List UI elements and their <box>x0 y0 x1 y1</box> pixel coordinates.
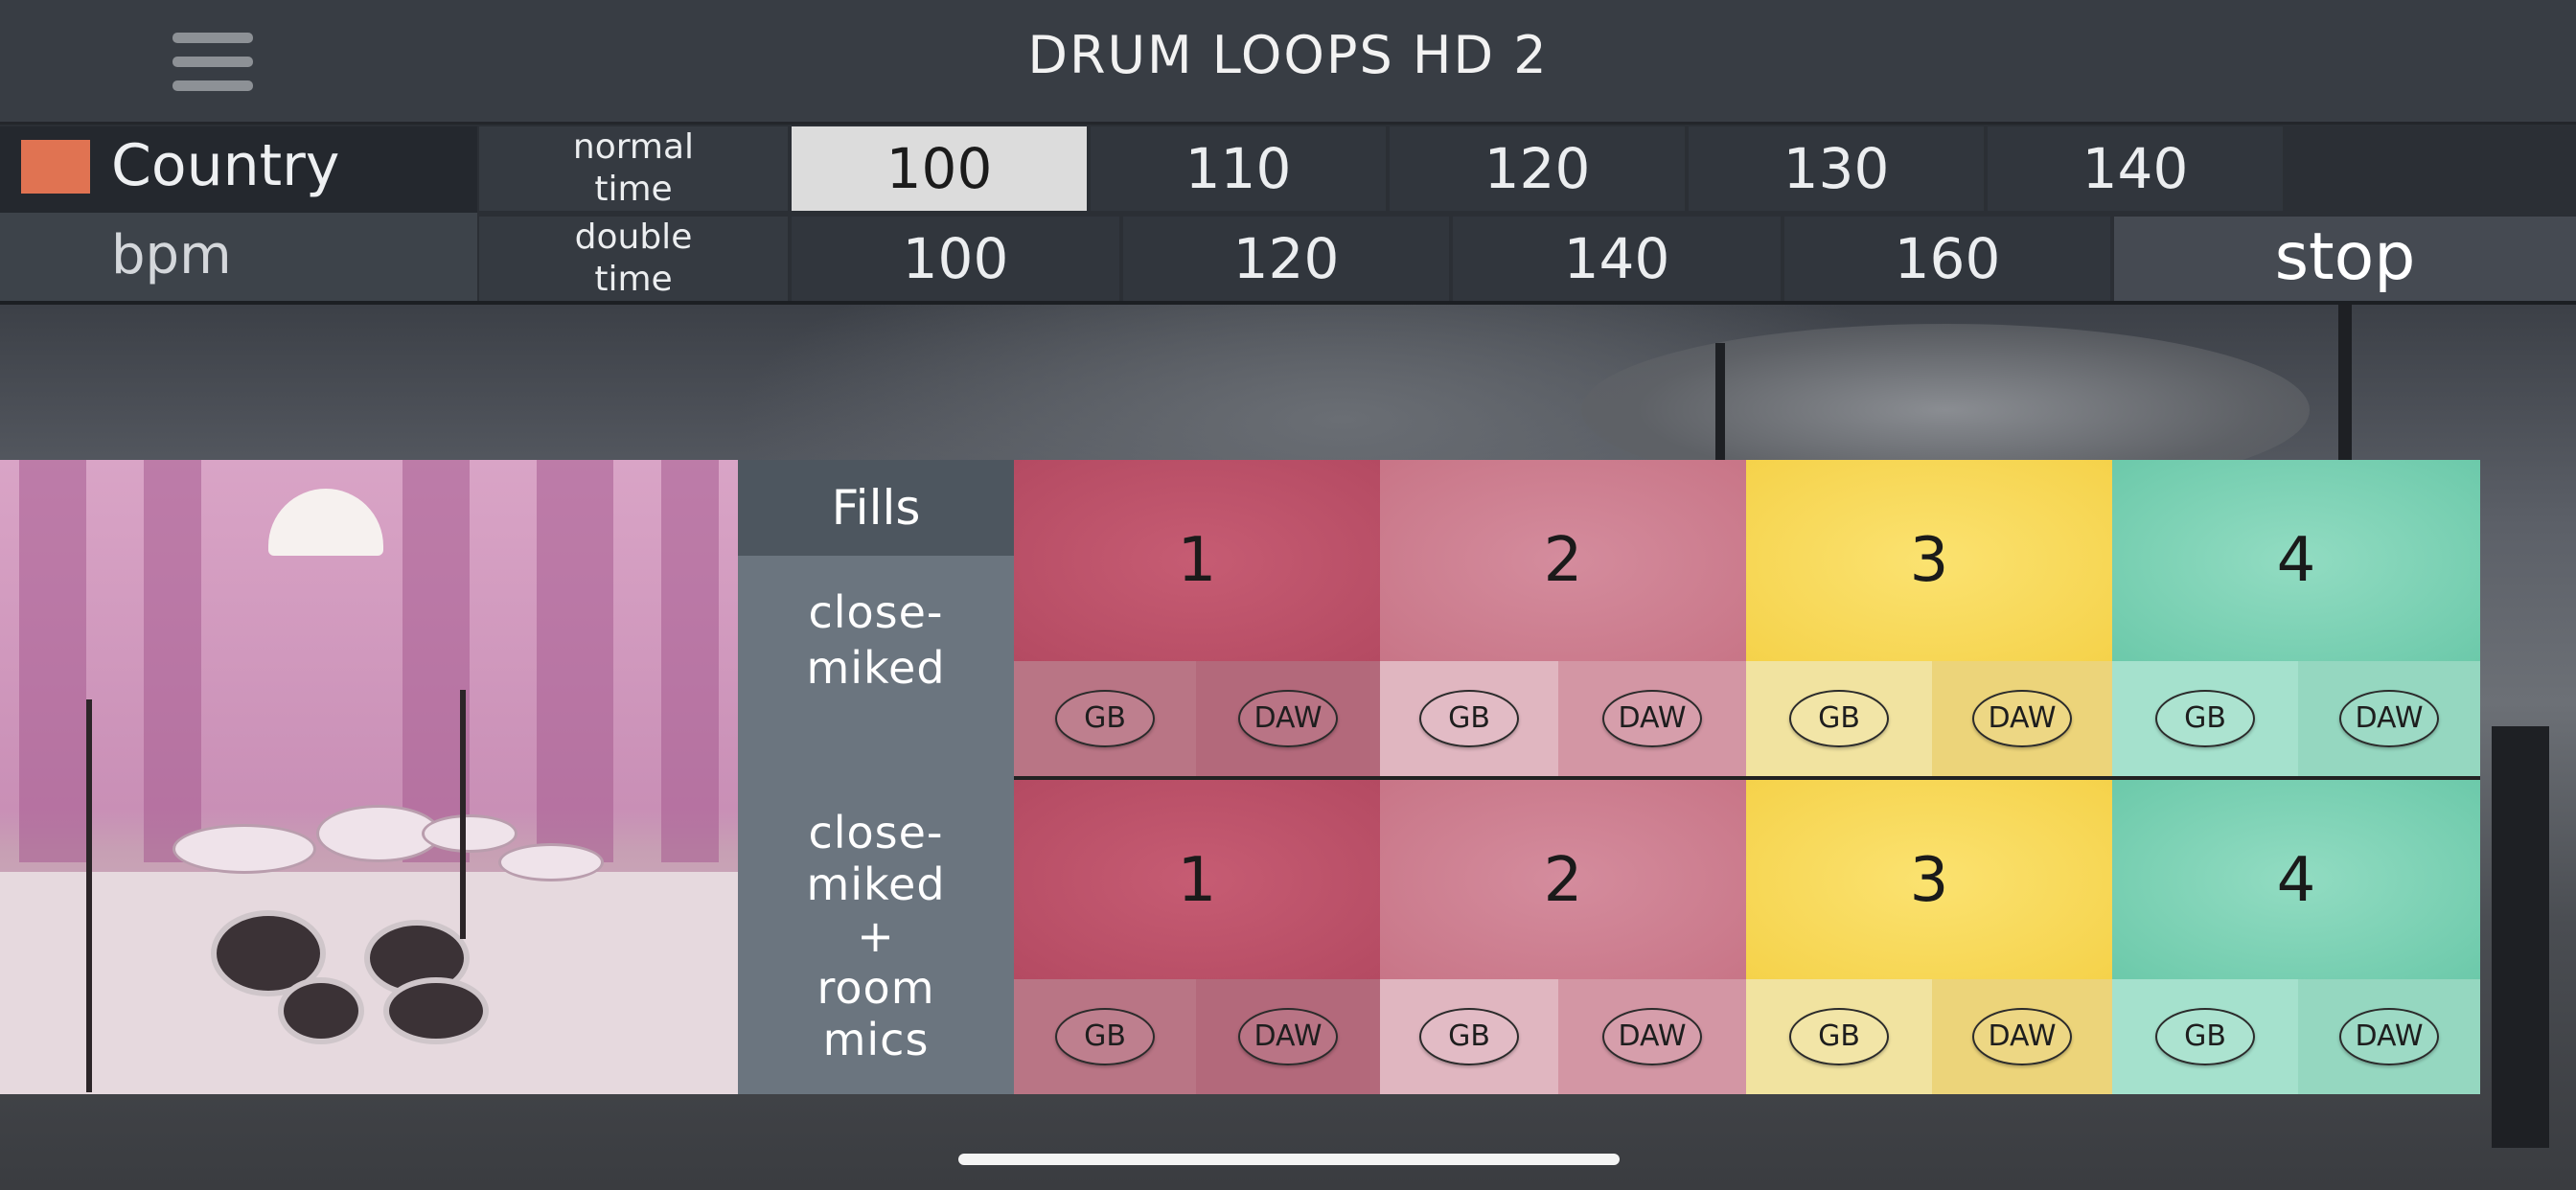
gb-cell: GB <box>1746 661 1932 776</box>
photo-drum <box>383 977 489 1044</box>
bpm-label-cell: bpm <box>0 213 477 301</box>
gb-button[interactable]: GB <box>1055 690 1155 747</box>
fills-header: Fills <box>738 460 1014 556</box>
daw-button[interactable]: DAW <box>1972 690 2072 747</box>
daw-cell: DAW <box>1196 979 1380 1094</box>
fill-pad-row1-2[interactable]: 2 <box>1380 460 1746 661</box>
gb-cell: GB <box>2112 979 2298 1094</box>
fill-pad-row2-2[interactable]: 2 <box>1380 780 1746 979</box>
daw-cell: DAW <box>1558 661 1746 776</box>
gb-cell: GB <box>2112 661 2298 776</box>
daw-button[interactable]: DAW <box>2339 1008 2439 1065</box>
photo-stand <box>86 699 92 1092</box>
normal-time-label: normal time <box>479 126 788 211</box>
normal-time-label-line2: time <box>594 170 673 209</box>
daw-button[interactable]: DAW <box>1238 1008 1338 1065</box>
daw-cell: DAW <box>2298 661 2480 776</box>
row-label-close-miked: close- miked <box>806 586 946 694</box>
daw-cell: DAW <box>1932 979 2112 1094</box>
daw-cell: DAW <box>2298 979 2480 1094</box>
daw-button[interactable]: DAW <box>1972 1008 2072 1065</box>
normal-tempo-button[interactable]: 110 <box>1091 126 1386 211</box>
double-tempo-button[interactable]: 140 <box>1453 217 1781 301</box>
gb-button[interactable]: GB <box>1419 1008 1519 1065</box>
genre-label: Country <box>111 132 340 199</box>
photo-cymbal <box>498 843 604 881</box>
normal-tempo-button[interactable]: 130 <box>1689 126 1984 211</box>
studio-photo <box>0 460 738 1094</box>
daw-cell: DAW <box>1932 661 2112 776</box>
fill-pad-row1-3[interactable]: 3 <box>1746 460 2112 661</box>
daw-button[interactable]: DAW <box>1602 1008 1702 1065</box>
fill-pad-row2-4[interactable]: 4 <box>2112 780 2480 979</box>
row-labels: Fills close- miked close- miked + room mi… <box>738 460 1014 1094</box>
stop-button[interactable]: stop <box>2114 217 2576 301</box>
photo-floor <box>0 872 738 1094</box>
photo-curtain <box>661 460 719 862</box>
gb-button[interactable]: GB <box>2155 690 2255 747</box>
tempo-bar: Country bpm normal time double time 100 … <box>0 125 2576 305</box>
photo-curtain <box>537 460 613 862</box>
bpm-label: bpm <box>111 224 232 286</box>
double-time-label: double time <box>479 217 788 301</box>
fill-pad-row2-3[interactable]: 3 <box>1746 780 2112 979</box>
double-time-label-line1: double <box>574 217 693 257</box>
daw-button[interactable]: DAW <box>2339 690 2439 747</box>
app-title: DRUM LOOPS HD 2 <box>1027 25 1549 85</box>
gb-cell: GB <box>1746 979 1932 1094</box>
background-stand <box>2492 726 2549 1148</box>
gb-button[interactable]: GB <box>1789 690 1889 747</box>
fill-pad-row1-1[interactable]: 1 <box>1014 460 1380 661</box>
daw-cell: DAW <box>1196 661 1380 776</box>
gb-cell: GB <box>1380 979 1558 1094</box>
normal-tempo-button[interactable]: 120 <box>1390 126 1685 211</box>
gb-button[interactable]: GB <box>1419 690 1519 747</box>
fill-pad-row2-1[interactable]: 1 <box>1014 780 1380 979</box>
gb-cell: GB <box>1380 661 1558 776</box>
fill-pad-row1-4[interactable]: 4 <box>2112 460 2480 661</box>
photo-cymbal <box>172 824 316 874</box>
photo-drum <box>278 977 364 1044</box>
row-label-close-miked-room-mics: close- miked + room mics <box>806 807 946 1065</box>
photo-cymbal <box>422 814 518 853</box>
normal-tempo-button[interactable]: 100 <box>792 126 1087 211</box>
photo-curtain <box>19 460 86 862</box>
normal-tempo-button[interactable]: 140 <box>1988 126 2283 211</box>
photo-lamp <box>268 489 383 556</box>
normal-time-label-line1: normal <box>572 127 695 167</box>
home-indicator <box>958 1154 1620 1165</box>
genre-selector[interactable]: Country <box>0 126 477 213</box>
daw-cell: DAW <box>1558 979 1746 1094</box>
fills-panel: Fills close- miked close- miked + room mi… <box>0 460 2480 1094</box>
daw-button[interactable]: DAW <box>1238 690 1338 747</box>
daw-button[interactable]: DAW <box>1602 690 1702 747</box>
gb-button[interactable]: GB <box>2155 1008 2255 1065</box>
app-header: DRUM LOOPS HD 2 <box>0 0 2576 125</box>
double-tempo-button[interactable]: 160 <box>1784 217 2110 301</box>
photo-curtain <box>144 460 201 862</box>
gb-cell: GB <box>1014 661 1196 776</box>
double-tempo-button[interactable]: 100 <box>792 217 1119 301</box>
genre-color-swatch <box>21 140 90 194</box>
photo-stand <box>460 690 466 939</box>
double-tempo-button[interactable]: 120 <box>1123 217 1449 301</box>
gb-button[interactable]: GB <box>1789 1008 1889 1065</box>
double-time-label-line2: time <box>594 260 673 299</box>
gb-cell: GB <box>1014 979 1196 1094</box>
gb-button[interactable]: GB <box>1055 1008 1155 1065</box>
